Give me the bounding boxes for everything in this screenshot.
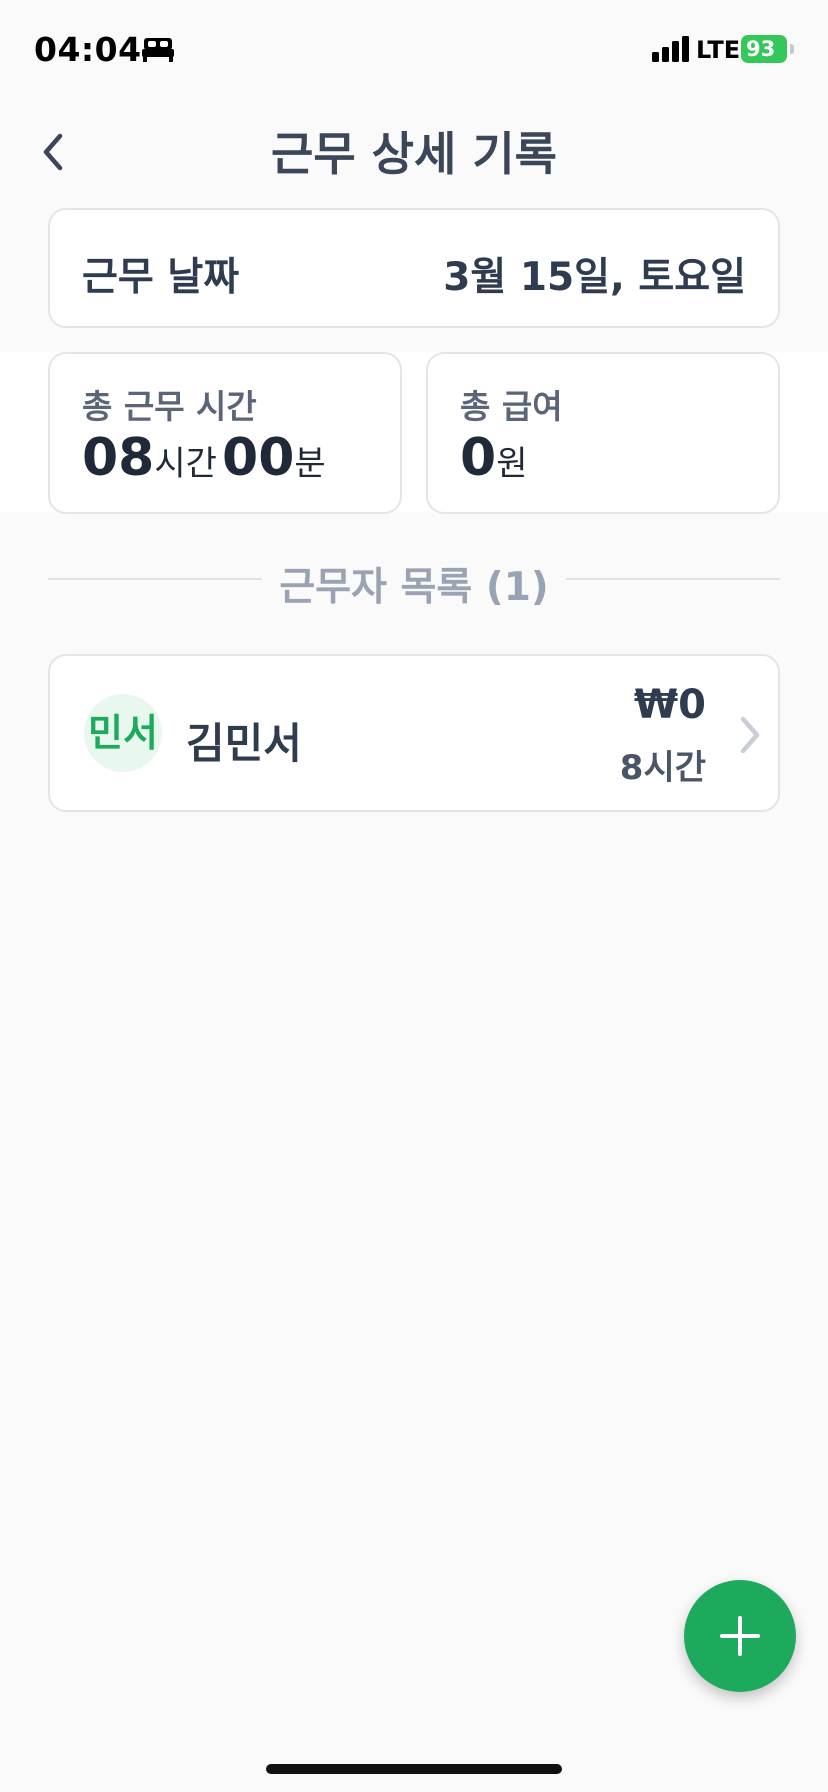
total-hours-card: 총 근무 시간 08시간 00분 — [48, 352, 402, 514]
divider-right — [566, 578, 780, 580]
plus-icon — [720, 1616, 760, 1656]
total-hours-value: 08시간 00분 — [82, 428, 326, 488]
total-hours-label: 총 근무 시간 — [82, 387, 257, 426]
chevron-right-icon — [740, 716, 760, 754]
hours-number: 08 — [82, 428, 155, 488]
status-time: 04:04 — [34, 30, 142, 69]
total-pay-card: 총 급여 0원 — [426, 352, 780, 514]
network-type: LTE — [696, 36, 741, 64]
home-indicator[interactable] — [266, 1764, 562, 1774]
total-pay-value: 0원 — [460, 428, 527, 488]
worker-list-title: 근무자 목록 (1) — [279, 565, 549, 610]
work-date-label: 근무 날짜 — [82, 255, 240, 300]
battery-nub — [790, 44, 794, 54]
worker-name: 김민서 — [186, 719, 302, 768]
work-date-card[interactable]: 근무 날짜 3월 15일, 토요일 — [48, 208, 780, 328]
worker-avatar: 민서 — [84, 694, 162, 772]
worker-list-item[interactable]: 민서 김민서 ₩0 8시간 — [48, 654, 780, 812]
minutes-unit: 분 — [294, 444, 326, 484]
hours-unit: 시간 — [154, 444, 217, 484]
signal-icon — [652, 36, 689, 62]
battery-icon: 93 — [741, 35, 787, 63]
total-pay-label: 총 급여 — [460, 387, 563, 426]
page-title: 근무 상세 기록 — [271, 127, 557, 181]
divider-left — [48, 578, 262, 580]
add-worker-button[interactable] — [684, 1580, 796, 1692]
battery-level: 93 — [746, 37, 776, 61]
work-date-value: 3월 15일, 토요일 — [443, 255, 746, 300]
status-bar: 04:04 LTE 93 — [0, 0, 828, 100]
bed-icon — [142, 38, 174, 62]
minutes-number: 00 — [222, 428, 295, 488]
worker-pay: ₩0 — [634, 682, 706, 728]
pay-number: 0 — [460, 428, 497, 488]
worker-hours: 8시간 — [619, 748, 706, 788]
pay-unit: 원 — [496, 444, 528, 484]
